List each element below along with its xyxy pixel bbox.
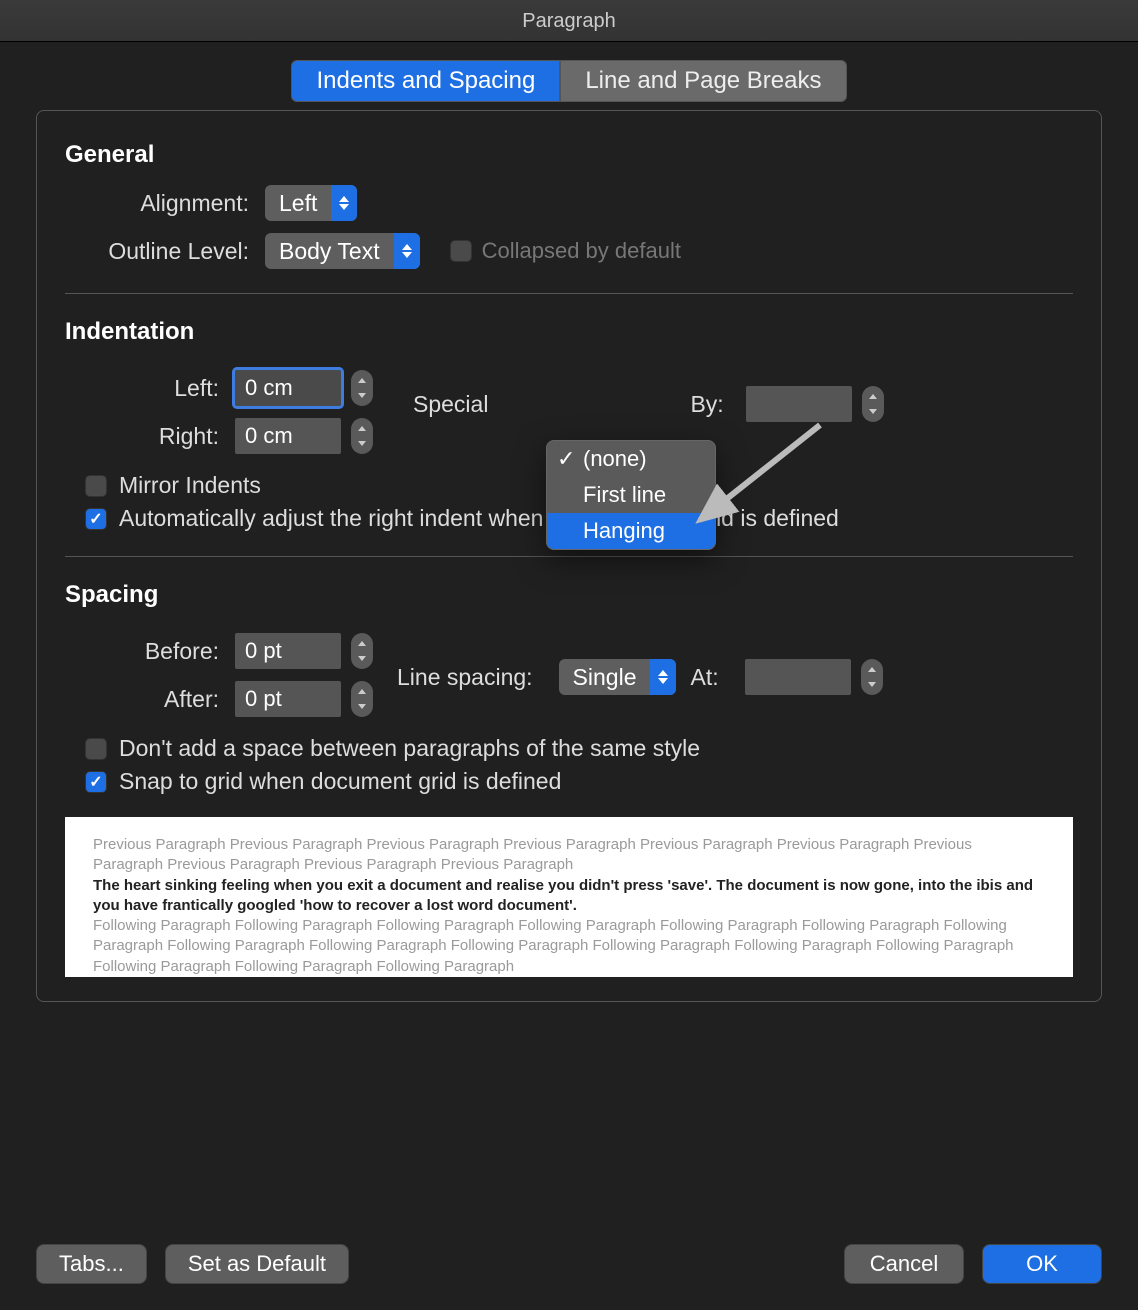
indent-right-label: Right: (65, 423, 235, 450)
before-label: Before: (65, 638, 235, 665)
ok-button[interactable]: OK (982, 1244, 1102, 1284)
chevron-updown-icon (650, 659, 676, 695)
before-stepper[interactable] (351, 633, 373, 669)
tab-strip: Indents and Spacing Line and Page Breaks (36, 60, 1102, 102)
before-field[interactable]: 0 pt (235, 633, 373, 669)
at-value[interactable] (745, 659, 851, 695)
snap-to-grid-label: Snap to grid when document grid is defin… (119, 768, 561, 795)
alignment-select[interactable]: Left (265, 185, 357, 221)
mirror-indents-label: Mirror Indents (119, 472, 261, 499)
chevron-updown-icon (331, 185, 357, 221)
by-stepper[interactable] (862, 386, 884, 422)
outline-value: Body Text (265, 238, 394, 265)
indent-right-stepper[interactable] (351, 418, 373, 454)
by-value[interactable] (746, 386, 852, 422)
line-spacing-label: Line spacing: (397, 664, 545, 691)
indent-right-field[interactable]: 0 cm (235, 418, 373, 454)
auto-adjust-indent-checkbox[interactable] (85, 508, 107, 530)
preview-current-text: The heart sinking feeling when you exit … (93, 876, 1045, 917)
alignment-value: Left (265, 190, 331, 217)
preview-pane: Previous Paragraph Previous Paragraph Pr… (65, 817, 1073, 977)
dont-add-space-checkbox[interactable] (85, 738, 107, 760)
cancel-button[interactable]: Cancel (844, 1244, 964, 1284)
indent-left-stepper[interactable] (351, 370, 373, 406)
at-label: At: (690, 664, 730, 691)
collapsed-checkbox (450, 240, 472, 262)
section-indentation: Indentation (65, 318, 1073, 346)
line-spacing-value: Single (559, 664, 651, 691)
by-label: By: (690, 391, 735, 418)
tabs-button[interactable]: Tabs... (36, 1244, 147, 1284)
after-stepper[interactable] (351, 681, 373, 717)
at-field[interactable] (745, 659, 883, 695)
section-general: General (65, 141, 1073, 169)
dont-add-space-label: Don't add a space between paragraphs of … (119, 735, 700, 762)
section-spacing: Spacing (65, 581, 1073, 609)
tab-line-page-breaks[interactable]: Line and Page Breaks (560, 60, 846, 102)
set-as-default-button[interactable]: Set as Default (165, 1244, 349, 1284)
before-value[interactable]: 0 pt (235, 633, 341, 669)
preview-following-text: Following Paragraph Following Paragraph … (93, 916, 1045, 977)
indent-left-value[interactable]: 0 cm (235, 370, 341, 406)
mirror-indents-checkbox[interactable] (85, 475, 107, 497)
outline-label: Outline Level: (65, 238, 265, 265)
outline-level-select[interactable]: Body Text (265, 233, 420, 269)
indent-left-label: Left: (65, 375, 235, 402)
tab-indents-spacing[interactable]: Indents and Spacing (291, 60, 560, 102)
preview-previous-text: Previous Paragraph Previous Paragraph Pr… (93, 835, 1045, 876)
special-label: Special (413, 391, 500, 418)
chevron-updown-icon (394, 233, 420, 269)
after-field[interactable]: 0 pt (235, 681, 373, 717)
after-label: After: (65, 686, 235, 713)
after-value[interactable]: 0 pt (235, 681, 341, 717)
annotation-arrow-icon (690, 420, 840, 550)
collapsed-label: Collapsed by default (482, 238, 681, 264)
snap-to-grid-checkbox[interactable] (85, 771, 107, 793)
by-field[interactable] (746, 386, 884, 422)
window-title: Paragraph (0, 0, 1138, 42)
line-spacing-select[interactable]: Single (559, 659, 677, 695)
alignment-label: Alignment: (65, 190, 265, 217)
at-stepper[interactable] (861, 659, 883, 695)
indent-left-field[interactable]: 0 cm (235, 370, 373, 406)
indent-right-value[interactable]: 0 cm (235, 418, 341, 454)
